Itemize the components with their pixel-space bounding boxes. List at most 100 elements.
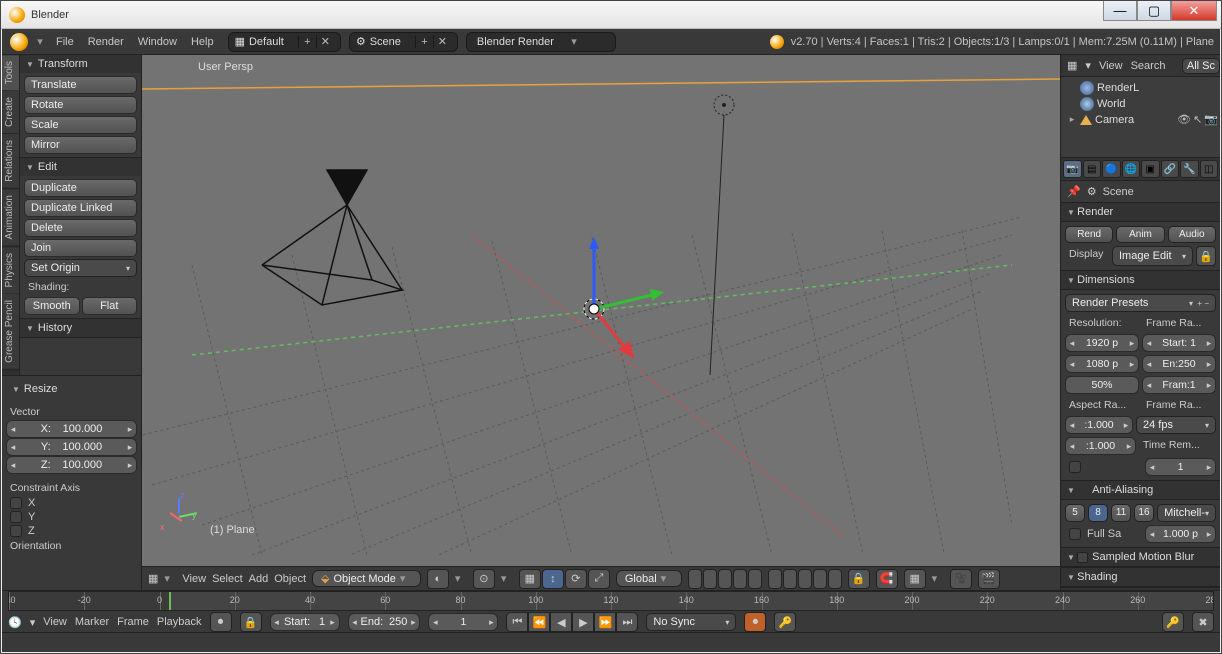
screen-layout-select[interactable]: ▦ Default + ✕ (228, 32, 341, 52)
mblur-section-header[interactable]: Sampled Motion Blur (1061, 547, 1220, 567)
shelf-tab-grease-pencil[interactable]: Grease Pencil (2, 294, 19, 370)
prev-key-button[interactable]: ⏪ (528, 612, 550, 632)
border-check[interactable] (1065, 458, 1142, 476)
resize-x-field[interactable]: ◂X: 100.000▸ (6, 420, 137, 438)
aa-11[interactable]: 11 (1111, 504, 1131, 522)
outliner-row-renderlayers[interactable]: RenderL (1063, 80, 1218, 96)
prop-tab-object[interactable]: ▣ (1141, 160, 1160, 178)
dimensions-section-header[interactable]: Dimensions (1061, 270, 1220, 290)
manipulator-translate-button[interactable]: ↕ (542, 569, 564, 589)
orientation-select[interactable]: Global▾ (616, 570, 682, 587)
remove-scene-button[interactable]: ✕ (433, 35, 451, 48)
constraint-x-check[interactable]: X (6, 496, 137, 510)
aspect-x-field[interactable]: ◂:1.000▸ (1065, 416, 1133, 434)
scale-button[interactable]: Scale (24, 116, 137, 134)
set-origin-dropdown[interactable]: Set Origin▾ (24, 259, 137, 277)
transform-panel-header[interactable]: Transform (20, 55, 141, 73)
menu-file[interactable]: File (56, 36, 74, 48)
manipulator-scale-button[interactable]: ⤢ (588, 569, 610, 589)
constraint-y-check[interactable]: Y (6, 510, 137, 524)
join-button[interactable]: Join (24, 239, 137, 257)
res-x-field[interactable]: ◂1920 p▸ (1065, 334, 1139, 352)
remove-layout-button[interactable]: ✕ (316, 35, 334, 48)
aa-8[interactable]: 8 (1088, 504, 1108, 522)
render-engine-select[interactable]: Blender Render ▾ (466, 32, 616, 52)
resize-z-field[interactable]: ◂Z: 100.000▸ (6, 456, 137, 474)
snap-type-button[interactable]: ▦ (904, 569, 926, 589)
window-close-button[interactable]: ✕ (1171, 1, 1217, 21)
render-preview-button[interactable]: 🎥 (950, 569, 972, 589)
vp-menu-add[interactable]: Add (249, 573, 269, 585)
aspect-y-field[interactable]: ◂:1.000▸ (1065, 437, 1136, 455)
jump-end-button[interactable]: ⏭ (616, 612, 638, 632)
prop-tab-render[interactable]: 📷 (1063, 160, 1082, 178)
mirror-button[interactable]: Mirror (24, 136, 137, 154)
res-y-field[interactable]: ◂1080 p▸ (1065, 355, 1139, 373)
play-reverse-button[interactable]: ◀ (550, 612, 572, 632)
eye-icon[interactable]: 👁 (1177, 113, 1191, 126)
operator-panel-header[interactable]: Resize (6, 380, 137, 398)
3d-viewport[interactable]: User Persp (1) Plane z y x (142, 55, 1060, 566)
timeline-editor-icon[interactable]: 🕓 (8, 616, 22, 629)
outliner-row-camera[interactable]: ▸Camera👁↖📷 (1063, 112, 1218, 127)
prop-tab-renderlayers[interactable]: ▤ (1083, 160, 1102, 178)
timeline-ruler[interactable]: -40-200204060801001201401601802002202402… (8, 591, 1214, 611)
tl-menu-playback[interactable]: Playback (157, 616, 202, 628)
next-key-button[interactable]: ⏩ (594, 612, 616, 632)
outliner-display-mode[interactable]: All Sc (1182, 58, 1220, 74)
shelf-tab-animation[interactable]: Animation (2, 189, 19, 246)
menu-help[interactable]: Help (191, 36, 214, 48)
layers-button[interactable]: ▦ (519, 569, 541, 589)
delete-button[interactable]: Delete (24, 219, 137, 237)
record-button[interactable]: ⏺ (744, 612, 766, 632)
lock-interface-button[interactable]: 🔒 (1196, 246, 1216, 266)
history-panel-header[interactable]: History (20, 319, 141, 337)
display-mode-select[interactable]: Image Edit▾ (1112, 246, 1193, 266)
current-frame-field[interactable]: ◂1▸ (428, 613, 498, 631)
shelf-tab-create[interactable]: Create (2, 91, 19, 134)
render-icon[interactable]: 📷 (1204, 113, 1218, 126)
outliner-row-world[interactable]: World (1063, 96, 1218, 112)
jump-start-button[interactable]: ⏮ (506, 612, 528, 632)
scene-select[interactable]: ⚙ Scene + ✕ (349, 32, 458, 52)
window-minimize-button[interactable]: ― (1103, 1, 1137, 21)
outliner-menu-search[interactable]: Search (1131, 60, 1166, 72)
lock-camera-button[interactable]: 🔒 (848, 569, 870, 589)
aa-16[interactable]: 16 (1134, 504, 1154, 522)
tl-menu-marker[interactable]: Marker (75, 616, 109, 628)
snap-button[interactable]: 🧲 (876, 569, 898, 589)
render-presets[interactable]: Render Presets▾ + − (1065, 294, 1216, 312)
prop-tab-data[interactable]: ◫ (1200, 160, 1219, 178)
tl-menu-view[interactable]: View (43, 616, 67, 628)
shading-mode-button[interactable]: ◐ (427, 569, 449, 589)
tl-menu-frame[interactable]: Frame (117, 616, 149, 628)
outliner-menu-view[interactable]: View (1099, 60, 1123, 72)
outliner-editor-icon[interactable]: ▦ (1067, 59, 1077, 72)
duplicate-linked-button[interactable]: Duplicate Linked (24, 199, 137, 217)
menu-render[interactable]: Render (88, 36, 124, 48)
frame-end-field[interactable]: ◂En:250▸ (1142, 355, 1216, 373)
frame-step-field[interactable]: ◂Fram:1▸ (1142, 376, 1216, 394)
shelf-tab-physics[interactable]: Physics (2, 247, 19, 294)
aa-5[interactable]: 5 (1065, 504, 1085, 522)
add-layout-button[interactable]: + (298, 36, 316, 48)
rotate-button[interactable]: Rotate (24, 96, 137, 114)
render-button[interactable]: Rend (1065, 226, 1113, 243)
constraint-z-check[interactable]: Z (6, 524, 137, 538)
editor-type-icon[interactable]: ▦ (148, 572, 158, 585)
cursor-icon[interactable]: ↖ (1193, 113, 1202, 126)
outliner-tree[interactable]: RenderL World ▸Camera👁↖📷 (1061, 77, 1220, 157)
playhead[interactable] (169, 592, 171, 610)
add-scene-button[interactable]: + (415, 36, 433, 48)
layer-buttons-1[interactable] (688, 569, 762, 589)
time-remap-field[interactable]: ◂1▸ (1145, 458, 1216, 476)
full-sample-check[interactable]: Full Sa (1065, 525, 1142, 543)
prop-tab-scene[interactable]: 🔵 (1102, 160, 1121, 178)
render-section-header[interactable]: Render (1061, 202, 1220, 222)
shade-smooth-button[interactable]: Smooth (24, 297, 80, 315)
keyingset-button[interactable]: 🔒 (240, 612, 262, 632)
shading-section-header[interactable]: Shading (1061, 567, 1220, 587)
mode-select[interactable]: ⬙Object Mode▾ (312, 570, 421, 587)
res-pct-field[interactable]: 50% (1065, 376, 1139, 394)
prop-tab-modifiers[interactable]: 🔧 (1180, 160, 1199, 178)
